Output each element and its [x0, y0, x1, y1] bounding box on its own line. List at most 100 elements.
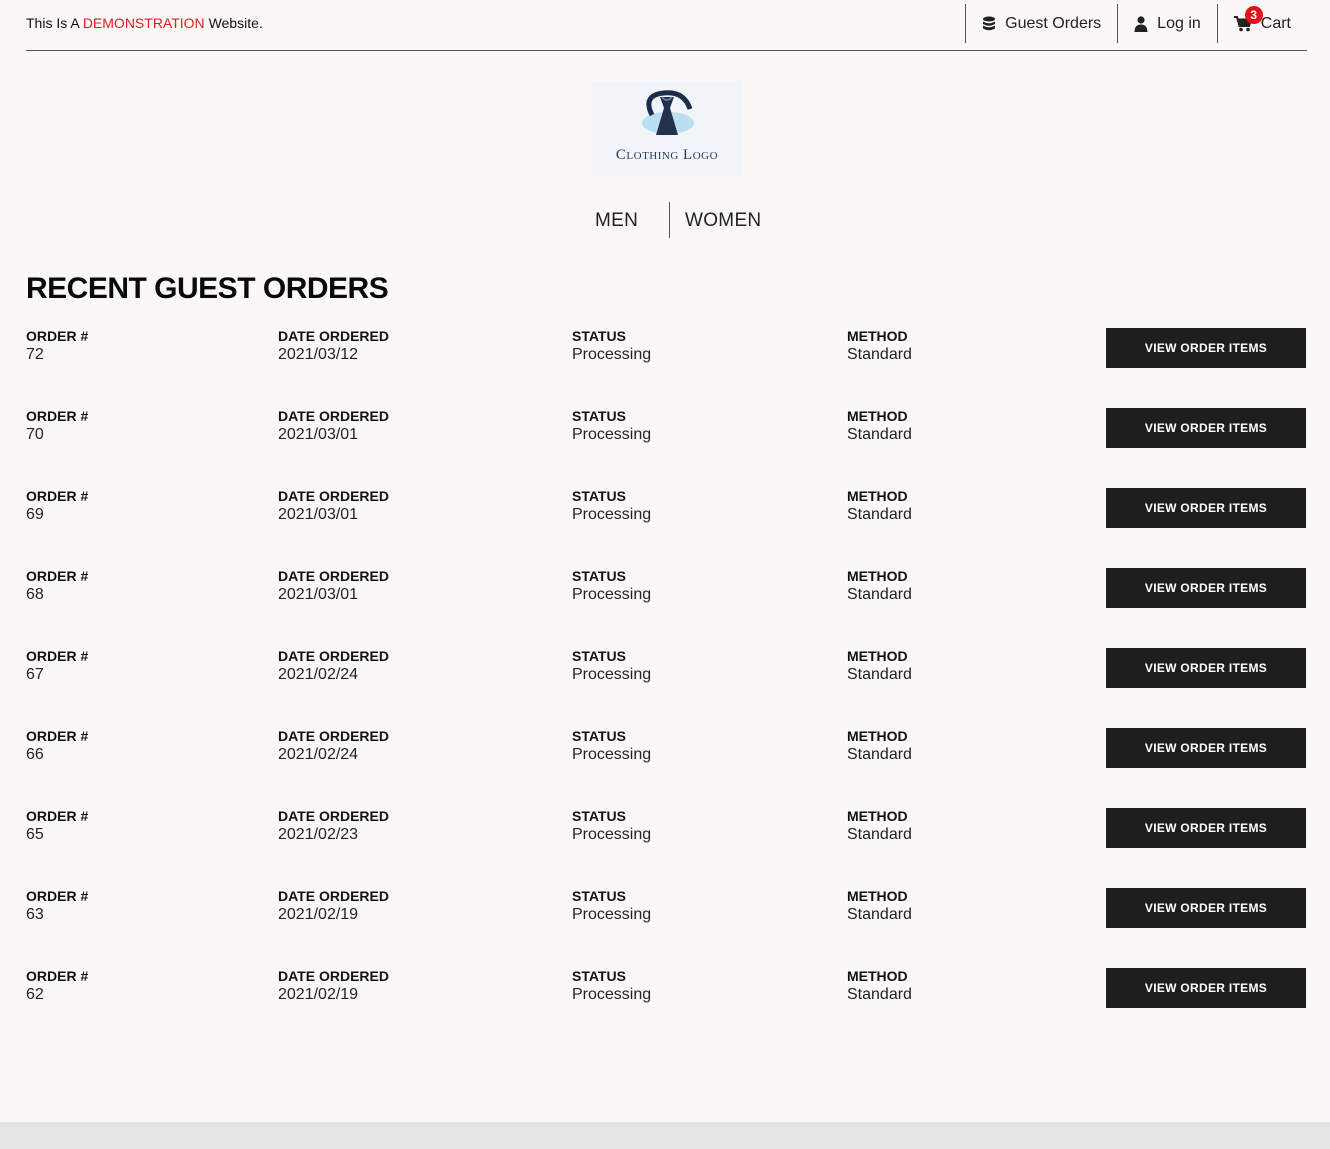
view-order-items-button[interactable]: VIEW ORDER ITEMS: [1106, 808, 1306, 848]
order-row: ORDER # 72 DATE ORDERED 2021/03/12 STATUS Pro…: [0, 328, 1330, 388]
order-date-cell: DATE ORDERED 2021/02/24: [278, 648, 389, 685]
order-order-label: ORDER #: [26, 728, 89, 744]
order-method-value: Standard: [847, 426, 912, 443]
database-icon: [982, 16, 996, 32]
order-method-label: METHOD: [847, 728, 908, 744]
order-method-cell: METHOD Standard: [847, 328, 912, 365]
view-order-items-button[interactable]: VIEW ORDER ITEMS: [1106, 568, 1306, 608]
order-status-value: Processing: [572, 346, 652, 363]
login-link[interactable]: Log in: [1117, 4, 1217, 43]
order-status-value: Processing: [572, 666, 652, 683]
order-method-cell: METHOD Standard: [847, 568, 912, 605]
order-row: ORDER # 62 DATE ORDERED 2021/02/19 STATUS Pro…: [0, 968, 1330, 1028]
order-date-value: 2021/02/24: [278, 746, 359, 763]
order-row: ORDER # 70 DATE ORDERED 2021/03/01 STATUS Pro…: [0, 408, 1330, 468]
order-order-value: 69: [26, 506, 44, 523]
order-order-label: ORDER #: [26, 408, 89, 424]
brand-logo[interactable]: Clothing Logo: [592, 81, 742, 176]
order-status-label: STATUS: [572, 568, 626, 584]
order-date-cell: DATE ORDERED 2021/03/01: [278, 488, 389, 525]
order-method-value: Standard: [847, 826, 912, 843]
view-order-items-button[interactable]: VIEW ORDER ITEMS: [1106, 488, 1306, 528]
order-status-value: Processing: [572, 586, 652, 603]
view-order-items-button[interactable]: VIEW ORDER ITEMS: [1106, 728, 1306, 768]
cart-count-badge: 3: [1244, 5, 1263, 24]
order-method-label: METHOD: [847, 968, 908, 984]
top-nav: Guest Orders Log in 3 Cart: [965, 4, 1307, 43]
nav-divider: [669, 202, 670, 238]
order-order-cell: ORDER # 67: [26, 648, 88, 685]
view-order-items-button[interactable]: VIEW ORDER ITEMS: [1106, 408, 1306, 448]
order-status-cell: STATUS Processing: [572, 728, 651, 765]
order-method-cell: METHOD Standard: [847, 808, 912, 845]
logo-text: Clothing Logo: [615, 147, 719, 163]
order-order-cell: ORDER # 65: [26, 808, 88, 845]
demo-suffix: Website.: [208, 15, 263, 31]
order-order-value: 70: [26, 426, 44, 443]
category-nav: MEN WOMEN: [0, 202, 1330, 238]
nav-men[interactable]: MEN: [595, 210, 638, 232]
demo-highlight: DEMONSTRATION: [82, 15, 205, 31]
order-order-cell: ORDER # 69: [26, 488, 88, 525]
order-order-value: 66: [26, 746, 44, 763]
order-order-cell: ORDER # 62: [26, 968, 88, 1005]
order-date-cell: DATE ORDERED 2021/02/19: [278, 888, 389, 925]
order-row: ORDER # 65 DATE ORDERED 2021/02/23 STATUS Pro…: [0, 808, 1330, 868]
cart-link[interactable]: 3 Cart: [1216, 4, 1307, 43]
order-date-value: 2021/02/19: [278, 906, 359, 923]
order-date-value: 2021/03/12: [278, 346, 359, 363]
order-status-label: STATUS: [572, 408, 626, 424]
order-method-label: METHOD: [847, 488, 908, 504]
order-method-cell: METHOD Standard: [847, 488, 912, 525]
order-status-cell: STATUS Processing: [572, 328, 651, 365]
order-method-cell: METHOD Standard: [847, 888, 912, 925]
order-date-label: DATE ORDERED: [278, 408, 389, 424]
order-order-label: ORDER #: [26, 568, 89, 584]
order-order-label: ORDER #: [26, 488, 89, 504]
guest-orders-link[interactable]: Guest Orders: [965, 4, 1117, 43]
order-order-label: ORDER #: [26, 888, 89, 904]
order-status-cell: STATUS Processing: [572, 408, 651, 445]
order-date-cell: DATE ORDERED 2021/02/24: [278, 728, 389, 765]
footer: [0, 1122, 1330, 1149]
order-method-label: METHOD: [847, 648, 908, 664]
order-status-label: STATUS: [572, 328, 626, 344]
view-order-items-button[interactable]: VIEW ORDER ITEMS: [1106, 888, 1306, 928]
order-status-value: Processing: [572, 746, 652, 763]
order-method-value: Standard: [847, 586, 912, 603]
order-method-label: METHOD: [847, 888, 908, 904]
order-method-cell: METHOD Standard: [847, 728, 912, 765]
view-order-items-button[interactable]: VIEW ORDER ITEMS: [1106, 328, 1306, 368]
order-method-value: Standard: [847, 666, 912, 683]
order-date-cell: DATE ORDERED 2021/03/01: [278, 568, 389, 605]
order-date-label: DATE ORDERED: [278, 728, 389, 744]
order-date-label: DATE ORDERED: [278, 488, 389, 504]
order-method-value: Standard: [847, 986, 912, 1003]
order-order-label: ORDER #: [26, 328, 89, 344]
order-date-value: 2021/02/19: [278, 986, 359, 1003]
order-order-cell: ORDER # 72: [26, 328, 88, 365]
order-date-label: DATE ORDERED: [278, 648, 389, 664]
top-bar: This Is A DEMONSTRATION Website. Guest O…: [26, 0, 1307, 51]
order-date-value: 2021/03/01: [278, 506, 359, 523]
order-status-cell: STATUS Processing: [572, 648, 651, 685]
order-order-value: 72: [26, 346, 44, 363]
order-order-label: ORDER #: [26, 968, 89, 984]
order-status-label: STATUS: [572, 808, 626, 824]
order-date-value: 2021/03/01: [278, 426, 359, 443]
order-row: ORDER # 68 DATE ORDERED 2021/03/01 STATUS Pro…: [0, 568, 1330, 628]
order-status-label: STATUS: [572, 968, 626, 984]
order-status-label: STATUS: [572, 488, 626, 504]
order-order-value: 65: [26, 826, 44, 843]
demo-banner: This Is A DEMONSTRATION Website.: [26, 15, 263, 31]
guest-orders-label: Guest Orders: [1005, 14, 1102, 32]
nav-women[interactable]: WOMEN: [685, 210, 761, 232]
order-status-value: Processing: [572, 506, 652, 523]
order-order-value: 63: [26, 906, 44, 923]
order-status-label: STATUS: [572, 888, 626, 904]
order-date-cell: DATE ORDERED 2021/02/19: [278, 968, 389, 1005]
view-order-items-button[interactable]: VIEW ORDER ITEMS: [1106, 968, 1306, 1008]
order-order-cell: ORDER # 70: [26, 408, 88, 445]
order-date-cell: DATE ORDERED 2021/03/01: [278, 408, 389, 445]
view-order-items-button[interactable]: VIEW ORDER ITEMS: [1106, 648, 1306, 688]
